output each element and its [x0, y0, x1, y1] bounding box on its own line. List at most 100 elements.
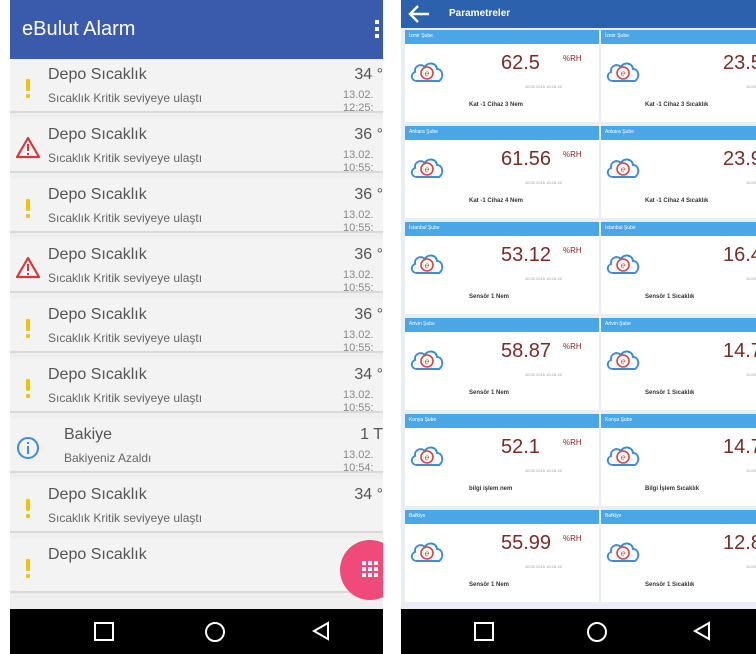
- exclamation-icon: [16, 196, 40, 220]
- card-header: Konya Şube: [601, 414, 756, 428]
- branch-name: Konya Şube: [605, 417, 633, 423]
- branch-name: Ankara Şube: [605, 129, 634, 135]
- alarm-message: Sıcaklık Kritik seviyeye ulaştı: [48, 331, 203, 345]
- sensor-card[interactable]: Ankara Şube e 61.56 %RH 10.02.2016 15:16:15 K…: [405, 126, 599, 218]
- divider: [10, 111, 383, 113]
- sensor-timestamp: 10.02.2016 15:16:15: [525, 180, 562, 185]
- sensor-timestamp: 10.02.2: [746, 180, 756, 185]
- alarm-date: 13.02.: [343, 89, 374, 101]
- sensor-card[interactable]: Bafkiye e 12.8 10.02.2 Sensör 1 Sıcaklık: [601, 510, 756, 602]
- home-button[interactable]: [587, 622, 607, 642]
- sensor-label: Sensör 1 Sıcaklık: [645, 294, 695, 300]
- sensor-value: 53.12: [501, 244, 552, 266]
- divider: [10, 291, 383, 293]
- alarm-message: Sıcaklık Kritik seviyeye ulaştı: [48, 511, 203, 525]
- svg-text:e: e: [621, 357, 626, 366]
- recents-button[interactable]: [474, 622, 494, 641]
- home-button[interactable]: [205, 622, 225, 642]
- sensor-card[interactable]: Artvin Şube e 58.87 %RH 10.02.2016 15:16:15 S…: [405, 318, 599, 410]
- back-arrow-icon[interactable]: [407, 3, 431, 25]
- alarm-item[interactable]: Depo Sıcaklık Sıcaklık Kritik seviyeye ul…: [10, 119, 383, 174]
- sensor-label: Sensör 1 Nem: [469, 390, 510, 396]
- alarm-item[interactable]: Depo Sıcaklık Sıcaklık Kritik seviyeye ul…: [10, 179, 383, 234]
- app-bar: Parametreler: [401, 0, 756, 28]
- sensor-label: Bilgi İşlem Sıcaklık: [645, 486, 700, 492]
- ebulut-cloud-icon: e: [605, 58, 641, 84]
- sensor-unit: %RH: [563, 342, 582, 351]
- sensor-label: Kat -1 Cihaz 4 Nem: [469, 198, 524, 204]
- sensor-card[interactable]: Konya Şube e 14.73 10.02.2 Bilgi İşlem Sıcak…: [601, 414, 756, 506]
- grid-icon: [362, 561, 378, 577]
- alarm-message: Sıcaklık Kritik seviyeye ulaştı: [48, 391, 203, 405]
- sensor-card[interactable]: İstanbul Şube e 16.49 10.02.2 Sensör 1 Sıcak…: [601, 222, 756, 314]
- info-icon: [16, 436, 40, 460]
- alarm-item[interactable]: Depo Sıcaklık: [10, 539, 383, 593]
- alarm-item[interactable]: Depo Sıcaklık Sıcaklık Kritik seviyeye ul…: [10, 299, 383, 354]
- ebulut-cloud-icon: e: [605, 346, 641, 372]
- sensor-card[interactable]: Bafkiye e 55.99 %RH 10.02.2016 15:16:15 Sensö…: [405, 510, 599, 602]
- sensor-unit: %RH: [563, 150, 582, 159]
- divider: [10, 171, 383, 173]
- exclamation-icon: [16, 556, 40, 580]
- sensor-label: Kat -1 Cihaz 3 Sıcaklık: [645, 102, 709, 108]
- overflow-menu-icon[interactable]: [375, 18, 383, 40]
- recents-button[interactable]: [94, 622, 114, 641]
- sensor-value: 62.5: [501, 52, 540, 74]
- card-header: Ankara Şube: [405, 126, 599, 140]
- alarm-item[interactable]: Depo Sıcaklık Sıcaklık Kritik seviyeye ul…: [10, 239, 383, 294]
- sensor-value: 55.99: [501, 532, 552, 554]
- sensor-unit: %RH: [563, 534, 582, 543]
- alarm-value: 36 °: [354, 306, 383, 323]
- sensor-card[interactable]: İzmir Şube e 62.5 %RH 10.02.2016 15:16:15 Kat…: [405, 30, 599, 122]
- sensor-card[interactable]: Konya Şube e 52.1 %RH 10.02.2016 15:16:15 bil…: [405, 414, 599, 506]
- alarm-title: Depo Sıcaklık: [48, 66, 147, 83]
- sensor-timestamp: 10.02.2: [746, 84, 756, 89]
- divider: [10, 591, 383, 593]
- sensor-card[interactable]: Ankara Şube e 23.96 10.02.2 Kat -1 Cihaz 4 S…: [601, 126, 756, 218]
- sensor-value: 58.87: [501, 340, 552, 362]
- divider: [10, 531, 383, 533]
- back-button[interactable]: [310, 620, 332, 642]
- sensor-unit: %RH: [563, 54, 582, 63]
- parameters-screen: Parametreler İzmir Şube e 62.5 %RH 10.02.201…: [401, 0, 756, 654]
- alarm-message: Bakiyeniz Azaldı: [64, 451, 152, 465]
- ebulut-cloud-icon: e: [409, 346, 445, 372]
- ebulut-cloud-icon: e: [605, 538, 641, 564]
- card-header: Bafkiye: [405, 510, 599, 524]
- alarm-title: Depo Sıcaklık: [48, 186, 147, 203]
- ebulut-cloud-icon: e: [605, 250, 641, 276]
- warning-triangle-icon: [15, 256, 41, 280]
- sensor-card[interactable]: Artvin Şube e 14.76 10.02.2 Sensör 1 Sıcaklı…: [601, 318, 756, 410]
- alarm-item[interactable]: Depo Sıcaklık Sıcaklık Kritik seviyeye ul…: [10, 59, 383, 114]
- screen-title: Parametreler: [449, 8, 511, 19]
- ebulut-cloud-icon: e: [409, 58, 445, 84]
- card-header: Ankara Şube: [601, 126, 756, 140]
- alarm-value: 34 °: [354, 366, 383, 383]
- sensor-unit: %RH: [563, 438, 582, 447]
- svg-text:e: e: [621, 549, 626, 558]
- sensor-card[interactable]: İstanbul Şube e 53.12 %RH 10.02.2016 15:16:1…: [405, 222, 599, 314]
- branch-name: İzmir Şube: [409, 33, 433, 39]
- alarm-item[interactable]: Depo Sıcaklık Sıcaklık Kritik seviyeye ul…: [10, 359, 383, 414]
- card-header: İzmir Şube: [405, 30, 599, 44]
- svg-text:e: e: [425, 357, 430, 366]
- alarm-item[interactable]: Bakiye Bakiyeniz Azaldı 1 T 13.02. 10:54:: [10, 419, 383, 474]
- sensor-label: Sensör 1 Nem: [469, 582, 510, 588]
- back-button[interactable]: [691, 620, 713, 642]
- alarm-message: Sıcaklık Kritik seviyeye ulaştı: [48, 91, 203, 105]
- sensor-value: 16.49: [723, 244, 756, 266]
- alarm-date: 13.02.: [343, 269, 374, 281]
- sensor-unit: %RH: [563, 246, 582, 255]
- alarm-value: 36 °: [354, 186, 383, 203]
- alarm-item[interactable]: Depo Sıcaklık Sıcaklık Kritik seviyeye ul…: [10, 479, 383, 533]
- alarm-list[interactable]: Depo Sıcaklık Sıcaklık Kritik seviyeye ul…: [10, 59, 383, 609]
- alarm-title: Depo Sıcaklık: [48, 486, 147, 503]
- branch-name: Ankara Şube: [409, 129, 438, 135]
- branch-name: İzmir Şube: [605, 33, 629, 39]
- sensor-value: 14.76: [723, 340, 756, 362]
- sensor-value: 23.96: [723, 148, 756, 170]
- sensor-timestamp: 10.02.2016 15:16:15: [525, 564, 562, 569]
- sensor-card[interactable]: İzmir Şube e 23.56 10.02.2 Kat -1 Cihaz 3 Sı…: [601, 30, 756, 122]
- alarm-date: 13.02.: [343, 149, 374, 161]
- sensor-grid[interactable]: İzmir Şube e 62.5 %RH 10.02.2016 15:16:15 Kat…: [401, 28, 756, 609]
